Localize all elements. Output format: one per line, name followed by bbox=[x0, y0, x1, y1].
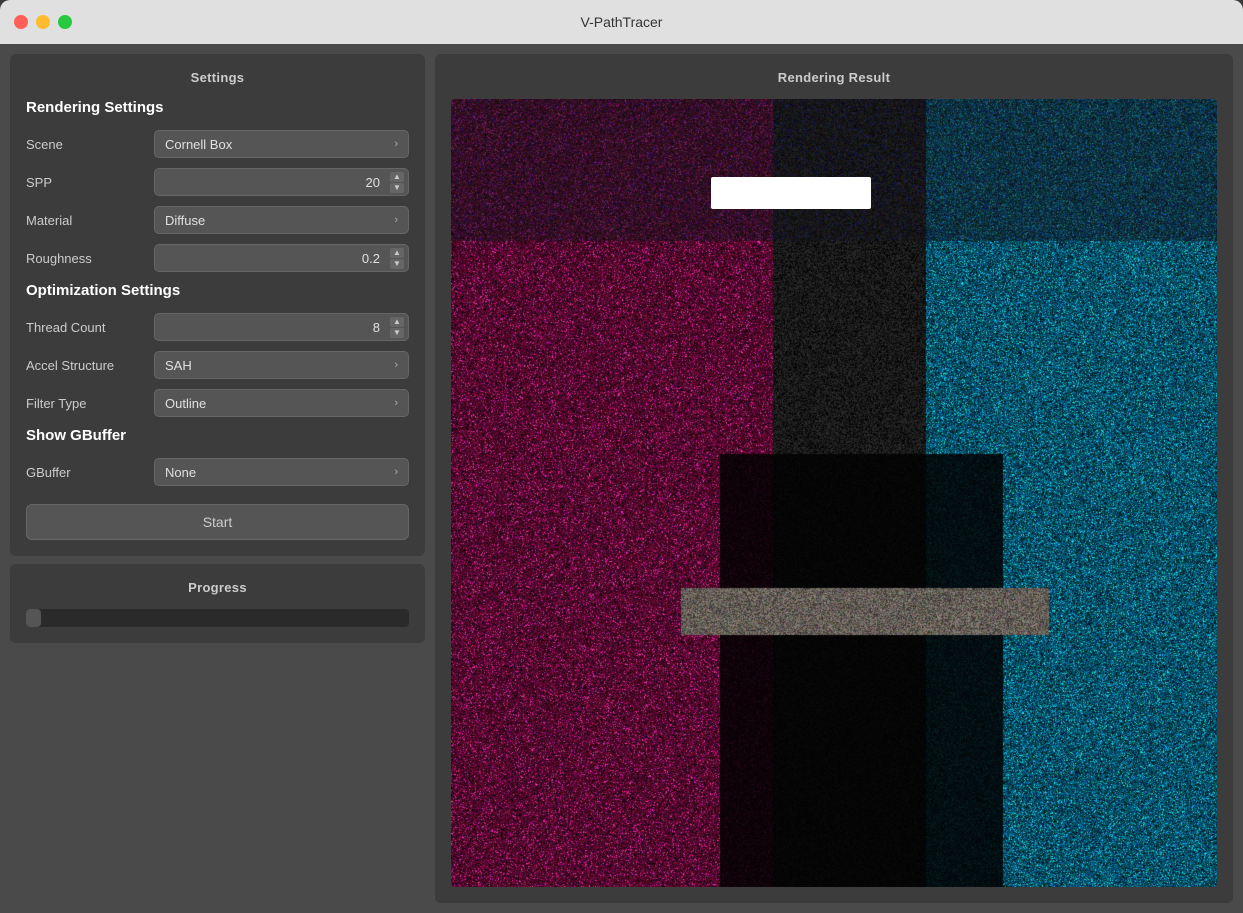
accel-structure-dropdown[interactable]: SAH › bbox=[154, 351, 409, 379]
window-controls[interactable] bbox=[14, 15, 72, 29]
scene-row: Scene Cornell Box › bbox=[26, 130, 409, 158]
thread-count-row: Thread Count ▲ ▼ bbox=[26, 313, 409, 341]
main-content: Settings Rendering Settings Scene Cornel… bbox=[0, 44, 1243, 913]
settings-panel: Settings Rendering Settings Scene Cornel… bbox=[10, 54, 425, 556]
minimize-button[interactable] bbox=[36, 15, 50, 29]
scene-chevron-icon: › bbox=[394, 138, 398, 150]
rendering-header: Rendering Result bbox=[451, 70, 1217, 85]
filter-chevron-icon: › bbox=[394, 397, 398, 409]
rendering-settings: Rendering Settings Scene Cornell Box › S… bbox=[26, 99, 409, 272]
gbuffer-label: GBuffer bbox=[26, 465, 146, 480]
gbuffer-title: Show GBuffer bbox=[26, 427, 409, 444]
accel-structure-label: Accel Structure bbox=[26, 358, 146, 373]
left-panel: Settings Rendering Settings Scene Cornel… bbox=[10, 54, 425, 903]
progress-bar-container bbox=[26, 609, 409, 627]
spp-input[interactable] bbox=[155, 175, 408, 190]
gbuffer-row: GBuffer None › bbox=[26, 458, 409, 486]
thread-count-label: Thread Count bbox=[26, 320, 146, 335]
scene-dropdown[interactable]: Cornell Box › bbox=[154, 130, 409, 158]
thread-count-spinner[interactable]: ▲ ▼ bbox=[154, 313, 409, 341]
material-dropdown[interactable]: Diffuse › bbox=[154, 206, 409, 234]
roughness-down-arrow[interactable]: ▼ bbox=[390, 259, 404, 269]
optimization-settings-title: Optimization Settings bbox=[26, 282, 409, 299]
progress-header: Progress bbox=[26, 580, 409, 595]
rendering-settings-title: Rendering Settings bbox=[26, 99, 409, 116]
spp-down-arrow[interactable]: ▼ bbox=[390, 183, 404, 193]
spp-label: SPP bbox=[26, 175, 146, 190]
material-chevron-icon: › bbox=[394, 214, 398, 226]
thread-count-down-arrow[interactable]: ▼ bbox=[390, 328, 404, 338]
roughness-up-arrow[interactable]: ▲ bbox=[390, 248, 404, 258]
spp-row: SPP ▲ ▼ bbox=[26, 168, 409, 196]
roughness-input[interactable] bbox=[155, 251, 408, 266]
accel-chevron-icon: › bbox=[394, 359, 398, 371]
render-white-rect bbox=[711, 177, 871, 209]
filter-type-label: Filter Type bbox=[26, 396, 146, 411]
thread-count-input[interactable] bbox=[155, 320, 408, 335]
settings-header: Settings bbox=[26, 70, 409, 85]
progress-section: Progress bbox=[10, 564, 425, 643]
spp-spinner[interactable]: ▲ ▼ bbox=[154, 168, 409, 196]
maximize-button[interactable] bbox=[58, 15, 72, 29]
material-row: Material Diffuse › bbox=[26, 206, 409, 234]
right-panel: Rendering Result bbox=[435, 54, 1233, 903]
start-button[interactable]: Start bbox=[26, 504, 409, 540]
roughness-row: Roughness ▲ ▼ bbox=[26, 244, 409, 272]
gbuffer-settings: Show GBuffer GBuffer None › bbox=[26, 427, 409, 486]
thread-count-up-arrow[interactable]: ▲ bbox=[390, 317, 404, 327]
rendering-canvas bbox=[451, 99, 1217, 887]
gbuffer-chevron-icon: › bbox=[394, 466, 398, 478]
progress-bar-fill bbox=[26, 609, 41, 627]
material-label: Material bbox=[26, 213, 146, 228]
rendering-section: Rendering Result bbox=[435, 54, 1233, 903]
spp-up-arrow[interactable]: ▲ bbox=[390, 172, 404, 182]
close-button[interactable] bbox=[14, 15, 28, 29]
gbuffer-dropdown[interactable]: None › bbox=[154, 458, 409, 486]
filter-type-row: Filter Type Outline › bbox=[26, 389, 409, 417]
render-output bbox=[451, 99, 1217, 887]
optimization-settings: Optimization Settings Thread Count ▲ ▼ A… bbox=[26, 282, 409, 417]
title-bar: V-PathTracer bbox=[0, 0, 1243, 44]
thread-count-arrows: ▲ ▼ bbox=[390, 317, 404, 338]
scene-label: Scene bbox=[26, 137, 146, 152]
filter-type-dropdown[interactable]: Outline › bbox=[154, 389, 409, 417]
roughness-label: Roughness bbox=[26, 251, 146, 266]
app-title: V-PathTracer bbox=[581, 14, 663, 30]
roughness-spinner[interactable]: ▲ ▼ bbox=[154, 244, 409, 272]
roughness-arrows: ▲ ▼ bbox=[390, 248, 404, 269]
accel-structure-row: Accel Structure SAH › bbox=[26, 351, 409, 379]
spp-arrows: ▲ ▼ bbox=[390, 172, 404, 193]
